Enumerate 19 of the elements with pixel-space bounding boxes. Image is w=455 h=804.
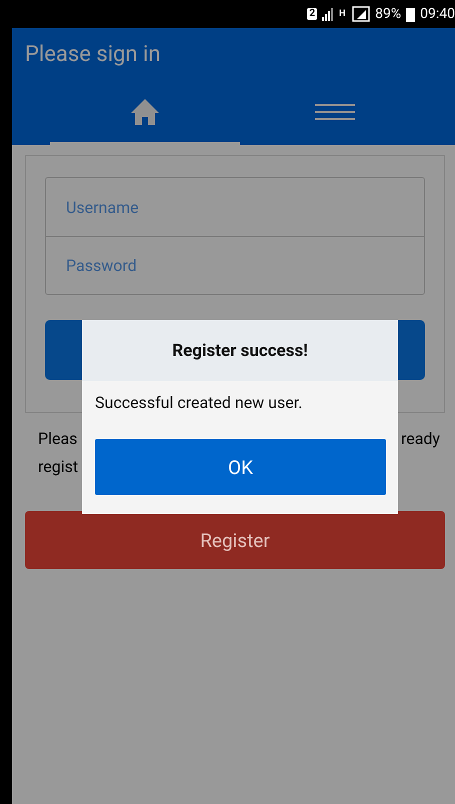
- menu-icon: [315, 102, 355, 120]
- clock: 09:40: [420, 6, 455, 22]
- hint-text: Pleas: [38, 428, 78, 450]
- signal-icon: [322, 7, 334, 21]
- register-button[interactable]: Register: [25, 511, 445, 569]
- password-field[interactable]: Password: [45, 236, 425, 295]
- battery-icon: [406, 6, 416, 22]
- sim-badge: 2: [307, 8, 318, 20]
- network-type: H: [339, 10, 346, 18]
- hint-text: regist: [38, 456, 78, 478]
- dialog-title: Register success!: [82, 320, 398, 381]
- home-icon: [130, 98, 160, 126]
- screenshot-icon: [352, 6, 370, 22]
- username-field[interactable]: Username: [45, 177, 425, 236]
- hint-text: ready: [400, 428, 440, 450]
- battery-level: 89%: [375, 6, 402, 22]
- dialog-message: Successful created new user.: [94, 392, 304, 412]
- ok-button[interactable]: OK: [95, 439, 386, 495]
- page-title: Please sign in: [24, 41, 162, 69]
